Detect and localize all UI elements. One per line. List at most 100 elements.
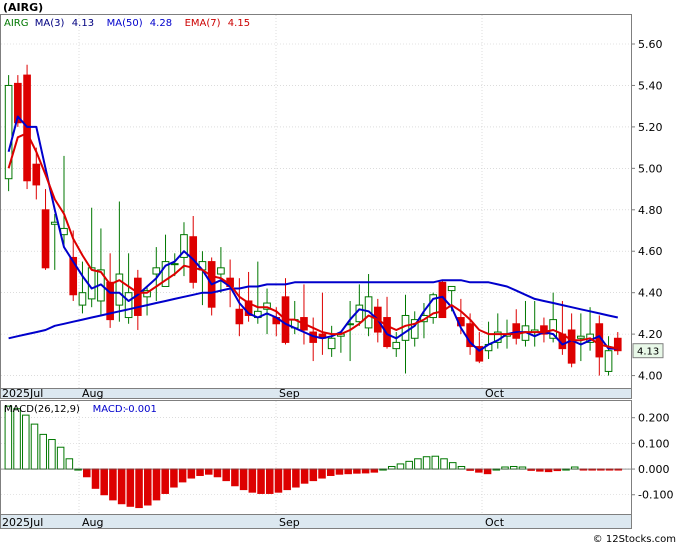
macd-bar-negative (83, 468, 91, 478)
macd-bar-positive (440, 458, 448, 470)
candle-up (217, 267, 225, 275)
candle-up (447, 285, 456, 292)
candle-up (170, 263, 179, 266)
price-x-tick-label: Aug (82, 387, 103, 400)
chart-title: (AIRG) (3, 1, 43, 14)
macd-bar-positive (501, 466, 509, 470)
macd-bar-negative (144, 468, 152, 506)
last-price-tag: 4.13 (632, 343, 664, 359)
macd-bar-negative (109, 468, 117, 501)
macd-bar-negative (370, 468, 379, 473)
price-y-tick-label: 5.60 (638, 38, 663, 51)
macd-bar-positive (22, 414, 30, 470)
macd-bar-positive (48, 439, 56, 470)
macd-bar-positive (396, 463, 405, 470)
price-legend-value: 4.28 (150, 18, 172, 29)
price-y-tick-label: 4.20 (638, 328, 663, 341)
macd-bar-negative (361, 468, 370, 474)
macd-bar-negative (187, 468, 196, 479)
macd-bar-positive (509, 465, 518, 470)
macd-bar-positive (422, 456, 431, 470)
macd-bar-negative (475, 468, 483, 473)
macd-bar-negative (213, 468, 222, 478)
macd-bar-positive (30, 423, 39, 470)
stock-chart: 4.00 4.20 4.40 4.60 4.80 5.00 5.20 5.40 5.60 202… (0, 1, 676, 545)
macd-bar-negative (100, 468, 108, 496)
macd-bar-negative (283, 468, 291, 491)
macd-y-tick-label: -0.100 (638, 489, 673, 502)
macd-bar-negative (196, 468, 204, 476)
candle-down (567, 329, 576, 364)
candle-down (32, 163, 41, 186)
price-y-tick-label: 5.20 (638, 121, 663, 134)
price-y-tick-label: 5.40 (638, 79, 663, 92)
macd-bar-positive (457, 465, 466, 470)
candle-up (4, 84, 13, 180)
macd-bar-negative (265, 468, 274, 494)
candle-up (152, 267, 161, 275)
macd-bar-positive (13, 408, 21, 470)
price-legend-value: 4.15 (228, 18, 250, 29)
price-legend-label: MA(3) (35, 18, 65, 29)
macd-bar-negative (178, 468, 187, 483)
macd-y-tick-label: 0.200 (638, 412, 670, 425)
macd-bar-negative (318, 468, 326, 479)
candle-down (41, 209, 50, 269)
candle-up (87, 267, 96, 300)
macd-bar-negative (204, 468, 213, 475)
price-x-tick-label: 2025Jul (2, 387, 43, 400)
candle-up (78, 292, 87, 306)
macd-bar-negative (161, 468, 169, 494)
macd-bar-negative (248, 468, 257, 493)
macd-bar-negative (309, 468, 318, 482)
macd-bar-negative (239, 468, 248, 491)
macd-bar-positive (518, 466, 527, 470)
macd-y-tick-label: 0.000 (638, 463, 670, 476)
macd-bar-positive (39, 433, 47, 470)
price-legend-label: AIRG (4, 18, 29, 29)
candle-up (604, 350, 613, 372)
macd-bar-positive (414, 458, 422, 470)
candle-down (23, 74, 31, 182)
macd-y-tick-label: 0.100 (638, 437, 670, 450)
macd-y-ticks: 0.200 0.100 0.000 -0.100 (631, 412, 673, 502)
price-x-tick-label: Sep (279, 387, 300, 400)
macd-bar-negative (353, 468, 361, 474)
macd-bar-negative (274, 468, 283, 493)
macd-bar-positive (387, 465, 396, 470)
macd-bar-positive (570, 466, 579, 470)
macd-bar-negative (152, 468, 161, 501)
price-y-ticks: 4.00 4.20 4.40 4.60 4.80 5.00 5.20 5.40 5.60 (631, 38, 663, 383)
macd-bar-negative (117, 468, 126, 505)
macd-bar-positive (431, 455, 440, 470)
macd-bar-negative (335, 468, 344, 475)
last-price-label: 4.13 (637, 347, 659, 358)
macd-bar-positive (65, 458, 74, 470)
candle-up (392, 341, 401, 350)
candle-up (115, 273, 124, 306)
macd-bar-negative (222, 468, 230, 482)
price-y-tick-label: 4.40 (638, 287, 663, 300)
macd-x-tick-label: Sep (279, 516, 300, 529)
watermark: © 12Stocks.com (593, 534, 676, 545)
candle-down (512, 323, 521, 339)
price-legend-label: EMA(7) (185, 18, 221, 29)
macd-bar-negative (257, 468, 265, 494)
price-legend: AIRG MA(3) 4.13 MA(50) 4.28 EMA(7) 4.15 (4, 18, 250, 29)
price-y-tick-label: 5.00 (638, 162, 663, 175)
macd-bar-negative (91, 468, 100, 489)
price-x-tick-label: Oct (485, 387, 505, 400)
macd-bar-negative (126, 468, 135, 507)
candle-up (355, 304, 364, 323)
price-legend-label: MA(50) (107, 18, 143, 29)
macd-bar-negative (135, 468, 143, 509)
candle-up (124, 292, 133, 319)
macd-legend-label: MACD(26,12,9) (4, 404, 80, 415)
price-y-tick-label: 4.80 (638, 204, 663, 217)
price-y-tick-label: 4.60 (638, 245, 663, 258)
macd-bar-negative (300, 468, 309, 484)
macd-legend-value: -0.001 (125, 404, 157, 415)
macd-x-tick-label: Aug (82, 516, 103, 529)
macd-legend-label: MACD: (93, 404, 126, 415)
macd-bar-positive (4, 405, 13, 470)
